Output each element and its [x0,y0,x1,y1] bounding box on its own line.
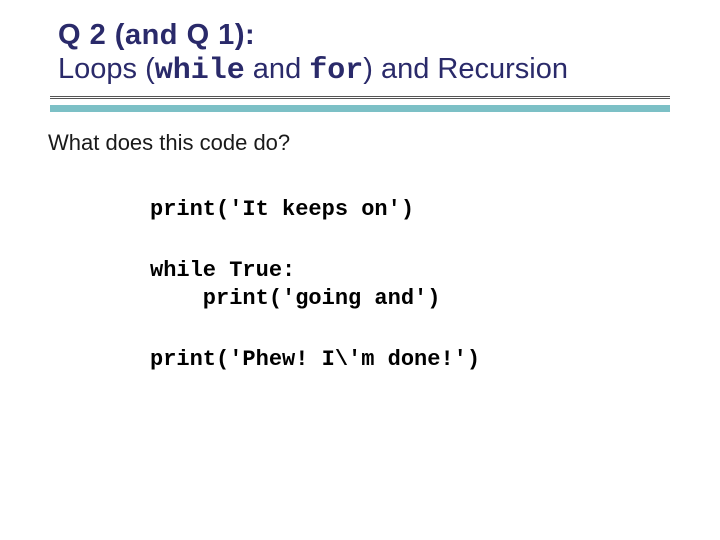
title-line-1: Q 2 (and Q 1): [58,18,690,52]
code-line-1: print('It keeps on') [150,196,690,224]
divider-bottom [50,105,670,112]
title-for-keyword: for [309,54,363,88]
code-chunk-while: while True: print('going and') [150,257,690,312]
title-while-keyword: while [155,54,245,88]
title-close-recursion: ) and Recursion [363,53,568,85]
slide-title: Q 2 (and Q 1): Loops (while and for) and… [58,18,690,90]
title-and: and [245,53,310,85]
question-text: What does this code do? [48,130,690,156]
title-colon: : [245,19,255,51]
title-line-2: Loops (while and for) and Recursion [58,52,690,89]
code-line-4: print('Phew! I\'m done!') [150,346,690,374]
title-loops-open: Loops ( [58,53,155,85]
code-block: print('It keeps on') while True: print('… [150,196,690,374]
slide: Q 2 (and Q 1): Loops (while and for) and… [0,0,720,540]
divider-top [50,96,670,103]
title-divider [50,96,670,112]
code-line-3: print('going and') [150,285,690,313]
title-q2: Q 2 (and Q 1) [58,19,245,51]
code-line-2: while True: [150,257,690,285]
